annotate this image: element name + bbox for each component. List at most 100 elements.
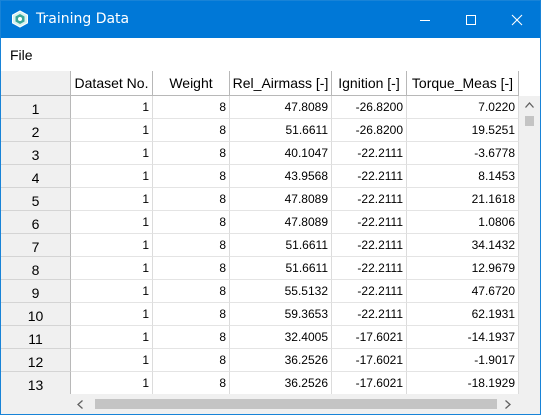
table-cell[interactable]: 8 [153,96,230,119]
table-cell[interactable]: 7.0220 [407,96,519,119]
table-cell[interactable]: 1 [71,96,153,119]
scrollbar-corner [519,394,540,414]
table-cell[interactable]: 8 [153,119,230,142]
table-cell[interactable]: 1 [71,188,153,211]
table-cell[interactable]: -17.6021 [332,326,407,349]
table-cell[interactable]: 59.3653 [230,303,332,326]
row-header[interactable]: 11 [1,326,71,349]
table-cell[interactable]: 51.6611 [230,234,332,257]
table-cell[interactable]: 21.1618 [407,188,519,211]
row-header[interactable]: 1 [1,96,71,119]
row-header[interactable]: 6 [1,211,71,234]
row-header[interactable]: 8 [1,257,71,280]
table-cell[interactable]: 43.9568 [230,165,332,188]
table-cell[interactable]: -18.1929 [407,372,519,395]
table-cell[interactable]: 1.0806 [407,211,519,234]
table-cell[interactable]: 47.8089 [230,211,332,234]
scroll-right-button[interactable] [499,394,519,414]
table-cell[interactable]: 40.1047 [230,142,332,165]
table-cell[interactable]: 34.1432 [407,234,519,257]
table-cell[interactable]: -22.2111 [332,165,407,188]
column-header[interactable]: Torque_Meas [-] [407,71,519,96]
table-cell[interactable]: 1 [71,349,153,372]
table-cell[interactable]: -22.2111 [332,234,407,257]
vertical-scroll-thumb[interactable] [525,116,534,126]
row-header[interactable]: 10 [1,303,71,326]
close-button[interactable] [494,1,540,38]
table-cell[interactable]: 1 [71,165,153,188]
grid-corner[interactable] [1,71,71,96]
table-cell[interactable]: 1 [71,372,153,395]
scroll-up-button[interactable] [519,96,540,116]
table-cell[interactable]: -17.6021 [332,349,407,372]
maximize-button[interactable] [448,1,494,38]
table-cell[interactable]: 8 [153,211,230,234]
column-header[interactable]: Dataset No. [71,71,153,96]
table-cell[interactable]: -26.8200 [332,119,407,142]
vertical-scrollbar[interactable] [519,96,540,394]
row-header[interactable]: 4 [1,165,71,188]
column-header[interactable]: Rel_Airmass [-] [230,71,332,96]
table-cell[interactable]: 1 [71,303,153,326]
table-cell[interactable]: 51.6611 [230,119,332,142]
table-cell[interactable]: 8 [153,165,230,188]
table-cell[interactable]: -14.1937 [407,326,519,349]
table-cell[interactable]: -22.2111 [332,142,407,165]
table-cell[interactable]: -22.2111 [332,211,407,234]
table-cell[interactable]: 8 [153,372,230,395]
chevron-up-icon [525,102,534,108]
table-cell[interactable]: 8 [153,188,230,211]
table-cell[interactable]: -17.6021 [332,372,407,395]
scroll-left-button[interactable] [71,394,91,414]
table-cell[interactable]: 8 [153,234,230,257]
row-header[interactable]: 5 [1,188,71,211]
table-cell[interactable]: 8 [153,326,230,349]
horizontal-scroll-thumb[interactable] [95,399,497,409]
table-cell[interactable]: 36.2526 [230,372,332,395]
column-header[interactable]: Ignition [-] [332,71,407,96]
title-bar[interactable]: Training Data [1,1,540,38]
table-cell[interactable]: 32.4005 [230,326,332,349]
table-cell[interactable]: 1 [71,234,153,257]
chevron-right-icon [505,400,511,409]
table-cell[interactable]: 8 [153,257,230,280]
table-cell[interactable]: 19.5251 [407,119,519,142]
table-cell[interactable]: -22.2111 [332,303,407,326]
row-header[interactable]: 2 [1,119,71,142]
table-cell[interactable]: -22.2111 [332,257,407,280]
table-cell[interactable]: -3.6778 [407,142,519,165]
table-cell[interactable]: 47.8089 [230,188,332,211]
table-cell[interactable]: 8 [153,303,230,326]
table-cell[interactable]: -1.9017 [407,349,519,372]
table-cell[interactable]: -22.2111 [332,280,407,303]
table-cell[interactable]: 8 [153,142,230,165]
scroll-gutter [1,394,71,414]
table-cell[interactable]: 62.1931 [407,303,519,326]
table-cell[interactable]: -22.2111 [332,188,407,211]
row-header[interactable]: 12 [1,349,71,372]
table-cell[interactable]: 36.2526 [230,349,332,372]
table-cell[interactable]: 1 [71,326,153,349]
menu-file[interactable]: File [10,47,33,63]
table-cell[interactable]: 1 [71,211,153,234]
table-cell[interactable]: 1 [71,119,153,142]
table-cell[interactable]: 8.1453 [407,165,519,188]
table-cell[interactable]: 1 [71,257,153,280]
table-cell[interactable]: 47.8089 [230,96,332,119]
table-cell[interactable]: 47.6720 [407,280,519,303]
table-cell[interactable]: 55.5132 [230,280,332,303]
table-cell[interactable]: 1 [71,142,153,165]
minimize-button[interactable] [402,1,448,38]
row-header[interactable]: 13 [1,372,71,395]
row-header[interactable]: 9 [1,280,71,303]
row-header[interactable]: 3 [1,142,71,165]
table-cell[interactable]: 1 [71,280,153,303]
row-header[interactable]: 7 [1,234,71,257]
table-cell[interactable]: 8 [153,349,230,372]
table-cell[interactable]: 12.9679 [407,257,519,280]
table-cell[interactable]: 51.6611 [230,257,332,280]
horizontal-scrollbar[interactable] [71,394,519,414]
column-header[interactable]: Weight [153,71,230,96]
table-cell[interactable]: 8 [153,280,230,303]
table-cell[interactable]: -26.8200 [332,96,407,119]
